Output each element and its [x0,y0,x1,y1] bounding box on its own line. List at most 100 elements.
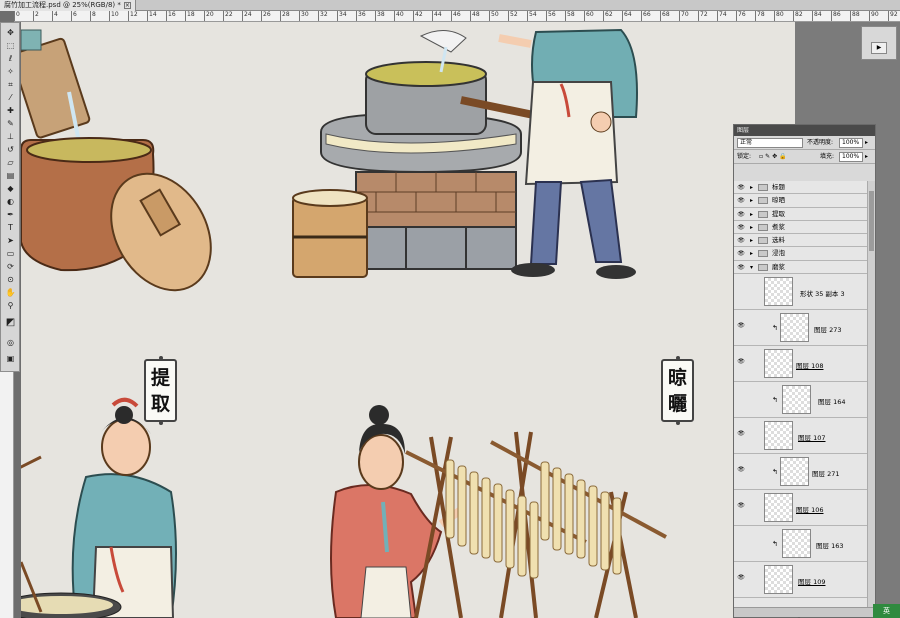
layers-scrollbar[interactable] [867,181,875,609]
zoom-icon[interactable]: ⚲ [3,300,18,311]
group-name: 浸泡 [772,249,785,258]
ruler-tick: 50 [489,11,499,21]
folder-icon [758,263,768,271]
blur-icon[interactable]: ◆ [3,183,18,194]
ruler-tick: 52 [508,11,518,21]
collapse-icon[interactable]: ▾ [750,261,753,274]
layer-name: 图层 163 [816,542,844,551]
close-icon[interactable]: × [123,2,131,9]
gradient-icon[interactable]: ▤ [3,170,18,181]
eye-icon[interactable]: 👁 [736,221,746,234]
history-brush-icon[interactable]: ↺ [3,144,18,155]
3d-rotate-icon[interactable]: ⟳ [3,261,18,272]
fill-arrow-icon[interactable]: ▸ [865,150,868,164]
eye-icon[interactable]: 👁 [736,502,746,509]
move-icon[interactable]: ✥ [3,27,18,38]
eye-icon[interactable]: 👁 [736,181,746,194]
layer-group-row[interactable]: 👁 ▸ 浸泡 [734,247,868,261]
group-name: 提取 [772,209,785,218]
scroll-thumb[interactable] [869,191,874,251]
healing-icon[interactable]: ✚ [3,105,18,116]
ruler-tick: 60 [584,11,594,21]
layer-name: 图层 109 [798,578,826,587]
ime-indicator[interactable]: 英 [873,604,900,618]
crop-icon[interactable]: ⌗ [3,79,18,90]
eye-icon[interactable]: 👁 [736,358,746,365]
eye-icon[interactable]: 👁 [736,466,746,473]
layer-row[interactable]: 👁 ↰ 图层 271 [734,454,868,491]
quick-mask-icon[interactable]: ◎ [3,337,18,348]
path-select-icon[interactable]: ➤ [3,235,18,246]
expand-icon[interactable]: ▸ [750,247,753,260]
lasso-icon[interactable]: ℓ [3,53,18,64]
ruler-tick: 20 [204,11,214,21]
blend-mode-select[interactable]: 正常 [737,138,803,148]
document-tab[interactable]: 腐竹加工流程.psd @ 25%(RGB/8) * × [0,0,136,11]
color-swatches-icon[interactable]: ◩ [3,317,18,328]
layer-name: 形状 35 副本 3 [800,290,845,299]
eye-icon[interactable]: 👁 [736,234,746,247]
hand-icon[interactable]: ✋ [3,287,18,298]
group-name: 标题 [772,183,785,191]
lock-icons[interactable]: ▫✎✥🔒 [759,150,789,164]
layer-row[interactable]: ↰ 图层 164 [734,382,868,419]
eye-icon[interactable]: 👁 [736,208,746,221]
eyedropper-icon[interactable]: ⁄ [3,92,18,103]
brush-icon[interactable]: ✎ [3,118,18,129]
dodge-icon[interactable]: ◐ [3,196,18,207]
layer-group-row[interactable]: 👁 ▸ 标题 [734,181,868,195]
eye-icon[interactable]: 👁 [736,261,746,274]
expand-icon[interactable]: ▸ [750,234,753,247]
marquee-icon[interactable]: ⬚ [3,40,18,51]
layer-row[interactable]: 👁 ↰ 图层 273 [734,310,868,347]
clip-arrow-icon: ↰ [772,540,778,549]
eraser-icon[interactable]: ▱ [3,157,18,168]
pen-icon[interactable]: ✒ [3,209,18,220]
opacity-arrow-icon[interactable]: ▸ [865,136,868,150]
ruler-tick: 14 [147,11,157,21]
play-action-icon[interactable]: ▶ [871,42,887,54]
layer-thumbnail [764,565,793,595]
fill-input[interactable]: 100% [839,152,863,162]
screen-mode-icon[interactable]: ▣ [3,353,18,364]
layer-row[interactable]: 形状 35 副本 3 [734,274,868,311]
ruler-tick: 78 [755,11,765,21]
type-icon[interactable]: T [3,222,18,233]
layer-thumbnail [780,313,809,343]
eye-icon[interactable]: 👁 [736,574,746,581]
lock-row: 锁定: ▫✎✥🔒 填充: 100% ▸ [734,150,875,164]
opacity-input[interactable]: 100% [839,138,863,148]
layer-group-row[interactable]: 👁 ▾ 磨浆 [734,261,868,275]
folder-icon [758,184,768,191]
eye-icon[interactable]: 👁 [736,194,746,207]
clone-stamp-icon[interactable]: ⊥ [3,131,18,142]
layer-name: 图层 106 [796,506,824,515]
layer-row[interactable]: 👁 图层 106 [734,490,868,527]
layer-name: 图层 164 [818,398,846,407]
canvas[interactable]: 提 取 晾 曬 [21,22,795,618]
layer-group-row[interactable]: 👁 ▸ 煮浆 [734,221,868,235]
ruler-tick: 26 [261,11,271,21]
bucket-pouring [21,29,91,143]
expand-icon[interactable]: ▸ [750,208,753,221]
3d-orbit-icon[interactable]: ⊙ [3,274,18,285]
expand-icon[interactable]: ▸ [750,181,753,194]
shape-icon[interactable]: ▭ [3,248,18,259]
eye-icon[interactable]: 👁 [736,322,746,329]
eye-icon[interactable]: 👁 [736,430,746,437]
eye-icon[interactable]: 👁 [736,247,746,260]
layer-group-row[interactable]: 👁 ▸ 提取 [734,208,868,221]
layer-group-row[interactable]: 👁 ▸ 选料 [734,234,868,248]
expand-icon[interactable]: ▸ [750,194,753,207]
layer-group-row[interactable]: 👁 ▸ 晾晒 [734,194,868,208]
layer-row[interactable]: 👁 图层 107 [734,418,868,455]
layer-row[interactable]: 👁 图层 108 [734,346,868,383]
layer-row[interactable]: 👁 图层 109 [734,562,868,599]
layer-row[interactable]: ↰ 图层 163 [734,526,868,563]
small-bucket [292,189,368,278]
document-title: 腐竹加工流程.psd @ 25%(RGB/8) * [4,1,121,9]
expand-icon[interactable]: ▸ [750,221,753,234]
sign-dry: 晾 曬 [661,356,694,425]
artwork [21,28,667,618]
magic-wand-icon[interactable]: ✧ [3,66,18,77]
